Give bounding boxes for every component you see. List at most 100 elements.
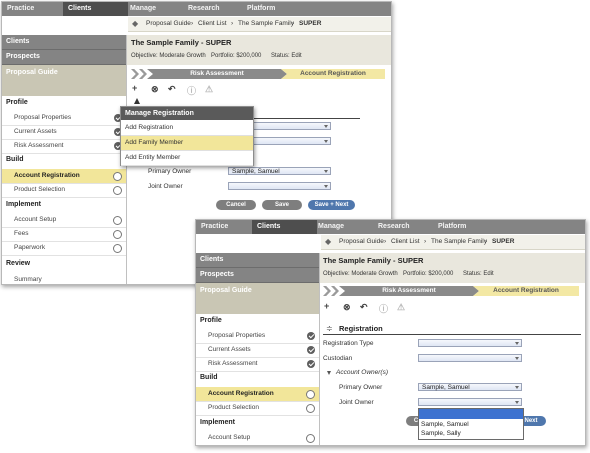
crumb-proposal-guide[interactable]: Proposal Guide <box>146 17 191 31</box>
registration-type-select[interactable] <box>418 339 522 347</box>
cancel-button[interactable]: Cancel <box>216 200 256 210</box>
chevron-down-icon <box>515 357 519 360</box>
step-account-registration: Account Registration <box>473 286 579 296</box>
section-build: Build <box>200 374 218 381</box>
save-button[interactable]: Save <box>262 200 302 210</box>
chevron-down-icon <box>515 386 519 389</box>
sidebar-item-account-registration[interactable]: Account Registration <box>196 387 319 402</box>
info-icon: ⓘ <box>187 86 197 96</box>
crumb-proposal-guide[interactable]: Proposal Guide <box>339 235 384 249</box>
nav-clients[interactable]: Clients <box>252 220 317 234</box>
sidebar-item-label: Account Registration <box>208 390 274 397</box>
add-icon[interactable]: + <box>324 301 329 311</box>
nav-platform[interactable]: Platform <box>247 2 275 16</box>
sidebar-item-product-selection[interactable]: Product Selection <box>196 401 319 416</box>
warning-icon: ⚠ <box>397 302 406 312</box>
portfolio-text: Portfolio: $200,000 <box>211 53 262 59</box>
sidebar-item-current-assets[interactable]: Current Assets <box>2 125 126 140</box>
nav-platform[interactable]: Platform <box>438 220 466 234</box>
sidebar-item-label: Risk Assessment <box>208 360 258 367</box>
custodian-label: Custodian <box>323 355 353 362</box>
chevron-down-icon <box>515 401 519 404</box>
sidebar-item-label: Current Assets <box>208 346 251 353</box>
nav-manage[interactable]: Manage <box>318 220 344 234</box>
custodian-select[interactable] <box>418 354 522 362</box>
primary-owner-label: Primary Owner <box>339 384 383 391</box>
section-review: Review <box>6 260 31 267</box>
warning-icon: ⚠ <box>205 84 214 94</box>
page-title: The Sample Family - SUPER <box>131 38 232 47</box>
joint-owner-label: Joint Owner <box>339 399 374 406</box>
chevron-right-icon <box>139 69 147 79</box>
sidebar-prospects[interactable]: Prospects <box>196 268 319 283</box>
menu-item-add-registration[interactable]: Add Registration <box>121 121 253 136</box>
dropdown-option-samuel[interactable]: Sample, Samuel <box>421 421 469 428</box>
save-next-button[interactable]: Save + Next <box>308 200 355 210</box>
sidebar-proposal-guide[interactable]: Proposal Guide <box>196 283 319 298</box>
nav-manage[interactable]: Manage <box>130 2 156 16</box>
sidebar-item-label: Risk Assessment <box>14 142 64 149</box>
chevron-down-icon <box>324 125 328 128</box>
joint-owner-select[interactable] <box>228 182 331 190</box>
sidebar-proposal-guide-panel: Proposal Guide <box>196 283 319 314</box>
crumb-sep-icon: › <box>424 238 427 245</box>
sidebar-item-label: Account Setup <box>14 216 57 223</box>
circle-icon <box>113 216 122 225</box>
portfolio-text: Portfolio: $200,000 <box>403 271 454 277</box>
top-nav: Practice Clients Manage Research Platfor… <box>2 2 391 16</box>
sidebar-item-risk-assessment[interactable]: Risk Assessment <box>2 139 126 154</box>
sidebar-item-summary[interactable]: Summary <box>2 273 126 284</box>
joint-owner-label: Joint Owner <box>148 183 183 190</box>
remove-icon[interactable]: ⊗ <box>343 302 351 313</box>
sidebar-item-fees[interactable]: Fees <box>2 227 126 242</box>
sidebar-item-label: Current Assets <box>14 128 57 135</box>
menu-item-add-family-member[interactable]: Add Family Member <box>121 136 253 151</box>
crumb-sep-icon: › <box>384 238 387 245</box>
sidebar-item-account-setup[interactable]: Account Setup <box>196 431 319 445</box>
sidebar-item-paperwork[interactable]: Paperwork <box>2 241 126 256</box>
check-icon <box>307 360 315 368</box>
joint-owner-select[interactable] <box>418 398 522 406</box>
nav-clients[interactable]: Clients <box>63 2 128 16</box>
nav-research[interactable]: Research <box>378 220 410 234</box>
sidebar-item-label: Summary <box>14 276 42 283</box>
sidebar-prospects[interactable]: Prospects <box>2 50 126 65</box>
primary-owner-value: Sample, Samuel <box>232 168 280 175</box>
step-risk-assessment[interactable]: Risk Assessment <box>339 286 479 296</box>
breadcrumb: ◆ Proposal Guide › Client List › The Sam… <box>321 235 585 250</box>
sidebar-item-product-selection[interactable]: Product Selection <box>2 183 126 198</box>
check-icon <box>307 346 315 354</box>
crumb-family[interactable]: The Sample Family <box>431 235 487 249</box>
sidebar-item-proposal-properties[interactable]: Proposal Properties <box>196 329 319 344</box>
chevron-down-icon <box>515 342 519 345</box>
sidebar-item-account-setup[interactable]: Account Setup <box>2 213 126 228</box>
sidebar-clients[interactable]: Clients <box>2 35 126 50</box>
primary-owner-select[interactable]: Sample, Samuel <box>228 167 331 175</box>
crumb-family[interactable]: The Sample Family <box>238 17 294 31</box>
add-icon[interactable]: + <box>132 83 137 93</box>
step-risk-assessment[interactable]: Risk Assessment <box>147 69 287 79</box>
sidebar-item-account-registration[interactable]: Account Registration <box>2 169 126 184</box>
sidebar-clients[interactable]: Clients <box>196 253 319 268</box>
crumb-current: SUPER <box>299 20 322 27</box>
section-implement: Implement <box>6 201 42 208</box>
nav-practice[interactable]: Practice <box>201 220 228 234</box>
primary-owner-select[interactable]: Sample, Samuel <box>418 383 522 391</box>
menu-item-add-entity-member[interactable]: Add Entity Member <box>121 151 253 166</box>
dropdown-option-sally[interactable]: Sample, Sally <box>421 430 461 437</box>
sidebar-item-risk-assessment[interactable]: Risk Assessment <box>196 357 319 372</box>
nav-practice[interactable]: Practice <box>7 2 34 16</box>
nav-research[interactable]: Research <box>188 2 220 16</box>
undo-icon[interactable]: ↶ <box>360 302 368 313</box>
sidebar-item-current-assets[interactable]: Current Assets <box>196 343 319 358</box>
crumb-client-list[interactable]: Client List <box>391 235 420 249</box>
sidebar-item-proposal-properties[interactable]: Proposal Properties <box>2 111 126 126</box>
sidebar: Clients Prospects Proposal Guide Profile… <box>2 35 127 284</box>
crumb-sep-icon: › <box>292 20 295 27</box>
circle-icon <box>306 434 315 443</box>
undo-icon[interactable]: ↶ <box>168 84 176 95</box>
crumb-client-list[interactable]: Client List <box>198 17 227 31</box>
sidebar-proposal-guide[interactable]: Proposal Guide <box>2 65 126 80</box>
stack-icon: ◆ <box>325 237 332 246</box>
remove-icon[interactable]: ⊗ <box>151 84 159 95</box>
